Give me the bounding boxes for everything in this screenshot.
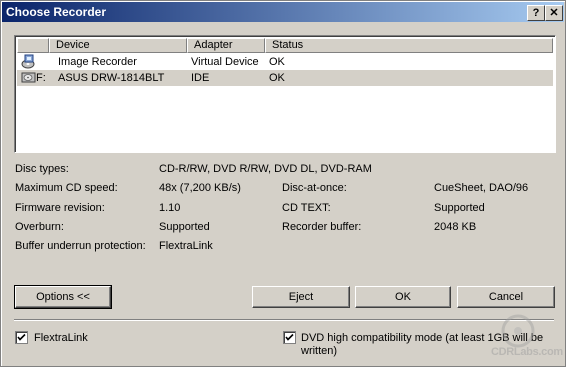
- list-header: Device Adapter Status: [17, 38, 553, 53]
- row-device: Image Recorder: [58, 56, 137, 68]
- buffer-protection-label: Buffer underrun protection:: [15, 240, 146, 252]
- row-status: OK: [269, 72, 285, 84]
- dialog-title: Choose Recorder: [6, 5, 107, 19]
- list-row-asus-drive[interactable]: F: ASUS DRW-1814BLT IDE OK: [17, 70, 553, 86]
- dao-value: CueSheet, DAO/96: [434, 182, 529, 194]
- firmware-value: 1.10: [159, 202, 181, 214]
- close-button[interactable]: ✕: [545, 5, 563, 21]
- buffer-protection-value: FlextraLink: [159, 240, 213, 252]
- eject-button[interactable]: Eject: [252, 286, 350, 308]
- max-speed-label: Maximum CD speed:: [15, 182, 118, 194]
- help-button[interactable]: ?: [527, 5, 545, 21]
- row-device: ASUS DRW-1814BLT: [58, 72, 165, 84]
- row-adapter: IDE: [191, 72, 210, 84]
- ok-button[interactable]: OK: [355, 286, 451, 308]
- header-icon-column[interactable]: [17, 38, 49, 53]
- cancel-button[interactable]: Cancel: [457, 286, 555, 308]
- disc-types-label: Disc types:: [15, 163, 69, 175]
- overburn-value: Supported: [159, 221, 210, 233]
- choose-recorder-dialog: Choose Recorder ? ✕ Device Adapter Statu…: [0, 0, 566, 367]
- max-speed-value: 48x (7,200 KB/s): [159, 182, 241, 194]
- options-button[interactable]: Options <<: [14, 285, 112, 309]
- separator: [14, 319, 554, 321]
- header-device[interactable]: Device: [49, 38, 187, 53]
- header-status[interactable]: Status: [265, 38, 553, 53]
- disc-types-value: CD-R/RW, DVD R/RW, DVD DL, DVD-RAM: [159, 163, 372, 175]
- dao-label: Disc-at-once:: [282, 182, 347, 194]
- list-row-image-recorder[interactable]: Image Recorder Virtual Device OK: [17, 54, 553, 70]
- header-adapter[interactable]: Adapter: [187, 38, 265, 53]
- cdtext-value: Supported: [434, 202, 485, 214]
- flextralink-label[interactable]: FlextraLink: [34, 332, 88, 345]
- optical-drive-icon: [21, 72, 36, 83]
- checkmark-icon: [17, 333, 26, 341]
- row-status: OK: [269, 56, 285, 68]
- dvd-compat-label-line2[interactable]: written): [301, 345, 337, 358]
- checkmark-icon: [285, 333, 294, 341]
- flextralink-checkbox[interactable]: [15, 331, 28, 344]
- recorder-list[interactable]: Device Adapter Status Image Recorder Vir…: [14, 35, 556, 153]
- firmware-label: Firmware revision:: [15, 202, 105, 214]
- title-bar[interactable]: Choose Recorder ? ✕: [2, 2, 564, 22]
- watermark-logo: CDRLabs.com: [489, 311, 563, 361]
- row-adapter: Virtual Device: [191, 56, 259, 68]
- row-prefix: F:: [36, 72, 46, 84]
- image-recorder-icon: [21, 54, 35, 69]
- recorder-buffer-label: Recorder buffer:: [282, 221, 362, 233]
- cdtext-label: CD TEXT:: [282, 202, 331, 214]
- recorder-buffer-value: 2048 KB: [434, 221, 477, 233]
- watermark-text: CDRLabs.com: [491, 346, 563, 358]
- overburn-label: Overburn:: [15, 221, 64, 233]
- dvd-compat-checkbox[interactable]: [283, 331, 296, 344]
